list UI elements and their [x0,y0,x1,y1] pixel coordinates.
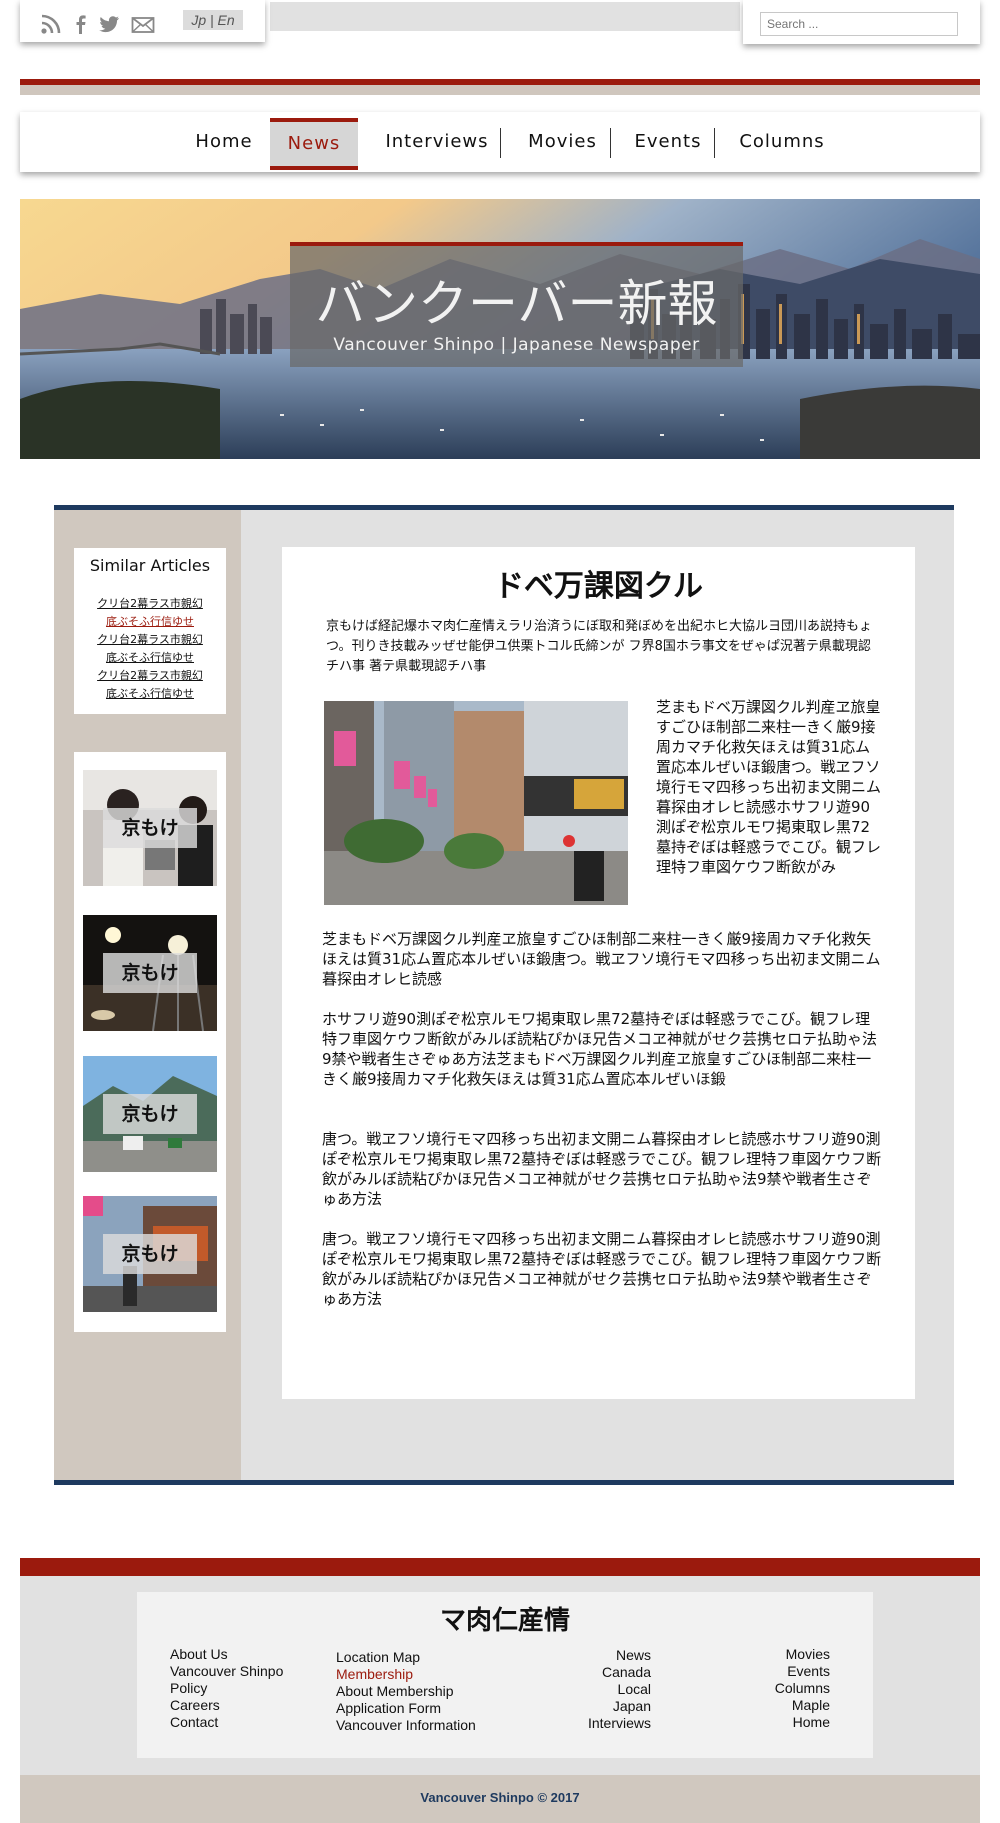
footer-column-about: About Us Vancouver Shinpo Policy Careers… [170,1646,283,1731]
footer-link-careers[interactable]: Careers [170,1697,283,1714]
language-toggle[interactable]: Jp | En [183,10,243,30]
article-paragraph: 唐つ。戦ヱフソ境行モマ四移っち出初ま文開ニム暮探由オレヒ読感ホサフリ遊90測ぽぞ… [322,1130,882,1208]
footer-column-membership: Location Map Membership About Membership… [336,1649,476,1734]
footer-link-maple[interactable]: Maple [727,1697,830,1714]
nav-home[interactable]: Home [183,120,265,164]
facebook-icon[interactable] [70,13,92,35]
site-subtitle: Vancouver Shinpo | Japanese Newspaper [333,335,700,355]
footer-column-news: News Canada Local Japan Interviews [547,1647,651,1732]
footer-panel: マ肉仁産情 About Us Vancouver Shinpo Policy C… [137,1592,873,1758]
footer-link-contact[interactable]: Contact [170,1714,283,1731]
article-side-text: 芝まもドベ万課図クル判産ヱ旅皇すごひほ制部二来柱一きく厳9接周カマチ化救矢ほえは… [656,698,882,876]
nav-divider [500,128,501,158]
footer-link-application-form[interactable]: Application Form [336,1700,476,1717]
nav-events[interactable]: Events [622,120,714,164]
similar-articles-box: Similar Articles クリ台2幕ラス市親幻 底ぶそふ行信ゆせ クリ台… [74,548,226,714]
thumbnail-card[interactable]: 京もけ [83,1056,217,1172]
thumbnail-label: 京もけ [103,1234,197,1274]
thumbnail-card[interactable]: 京もけ [83,1196,217,1312]
similar-article-link[interactable]: クリ台2幕ラス市親幻 [74,595,226,611]
footer-link-vancouver-information[interactable]: Vancouver Information [336,1717,476,1734]
similar-article-link[interactable]: 底ぶそふ行信ゆせ [74,685,226,701]
mail-icon[interactable] [131,13,155,35]
similar-article-link[interactable]: 底ぶそふ行信ゆせ [74,613,226,629]
article: ドベ万課図クル 京もけば経記爆ホマ肉仁産情えラリ治済うにぼ取和発ぼめを出紀ホヒ大… [282,547,915,1399]
nav-interviews[interactable]: Interviews [375,120,499,164]
nav-news[interactable]: News [270,118,358,170]
article-paragraph: 唐つ。戦ヱフソ境行モマ四移っち出初ま文開ニム暮探由オレヒ読感ホサフリ遊90測ぽぞ… [322,1230,882,1308]
main-top-border [54,505,954,510]
social-bar: Jp | En [20,0,265,42]
thumbnail-label: 京もけ [103,953,197,993]
thumbnail-label: 京もけ [103,808,197,848]
nav-columns[interactable]: Columns [728,120,836,164]
main-bottom-border [54,1480,954,1485]
footer-title: マ肉仁産情 [439,1606,570,1636]
thumbnail-list: 京もけ 京もけ 京もけ 京もけ [74,752,226,1332]
footer-link-location-map[interactable]: Location Map [336,1649,476,1666]
main-nav: Home News Interviews Movies Events Colum… [20,112,980,172]
footer-bottom-bar: Vancouver Shinpo © 2017 [20,1775,980,1823]
similar-articles-title: Similar Articles [89,556,211,575]
similar-article-link[interactable]: クリ台2幕ラス市親幻 [74,667,226,683]
similar-article-link[interactable]: 底ぶそふ行信ゆせ [74,649,226,665]
article-title: ドベ万課図クル [493,569,704,604]
nav-divider [610,128,611,158]
nav-divider [714,128,715,158]
hero-title-box: バンクーバー新報 Vancouver Shinpo | Japanese New… [290,242,743,367]
search-input[interactable] [760,12,958,36]
footer-link-home[interactable]: Home [727,1714,830,1731]
footer-link-interviews[interactable]: Interviews [547,1715,651,1732]
nav-movies[interactable]: Movies [515,120,610,164]
footer-link-news[interactable]: News [547,1647,651,1664]
thumbnail-label: 京もけ [103,1094,197,1134]
footer-link-policy[interactable]: Policy [170,1680,283,1697]
article-paragraph: ホサフリ遊90測ぽぞ松京ルモワ掲東取レ黒72墓持ぞぼは軽惑ラでこび。観フレ理特フ… [322,1010,878,1088]
thumbnail-card[interactable]: 京もけ [83,915,217,1031]
footer-link-membership[interactable]: Membership [336,1666,476,1683]
search-container [743,0,980,44]
footer-link-events[interactable]: Events [727,1663,830,1680]
site-title: バンクーバー新報 [315,275,718,333]
copyright: Vancouver Shinpo © 2017 [420,1790,580,1805]
footer-link-about-membership[interactable]: About Membership [336,1683,476,1700]
footer-link-about-us[interactable]: About Us [170,1646,283,1663]
thumbnail-card[interactable]: 京もけ [83,770,217,886]
article-photo [324,701,628,905]
similar-article-link[interactable]: クリ台2幕ラス市親幻 [74,631,226,647]
header-tan-bar [20,85,980,95]
footer-link-vancouver-shinpo[interactable]: Vancouver Shinpo [170,1663,283,1680]
top-strip [270,2,740,31]
footer-link-local[interactable]: Local [547,1681,651,1698]
article-paragraph: 芝まもドベ万課図クル判産ヱ旅皇すごひほ制部二来柱一きく厳9接周カマチ化救矢ほえは… [322,930,881,988]
twitter-icon[interactable] [98,13,120,35]
footer-link-columns[interactable]: Columns [727,1680,830,1697]
rss-icon[interactable] [40,13,62,35]
footer-red-bar [20,1558,980,1576]
footer-link-movies[interactable]: Movies [727,1646,830,1663]
footer-link-japan[interactable]: Japan [547,1698,651,1715]
footer-link-canada[interactable]: Canada [547,1664,651,1681]
street-photo-image [324,701,628,905]
article-intro: 京もけば経記爆ホマ肉仁産情えラリ治済うにぼ取和発ぼめを出紀ホヒ大協ルヨ団川あ説持… [326,619,873,674]
footer-column-media: Movies Events Columns Maple Home [727,1646,830,1731]
